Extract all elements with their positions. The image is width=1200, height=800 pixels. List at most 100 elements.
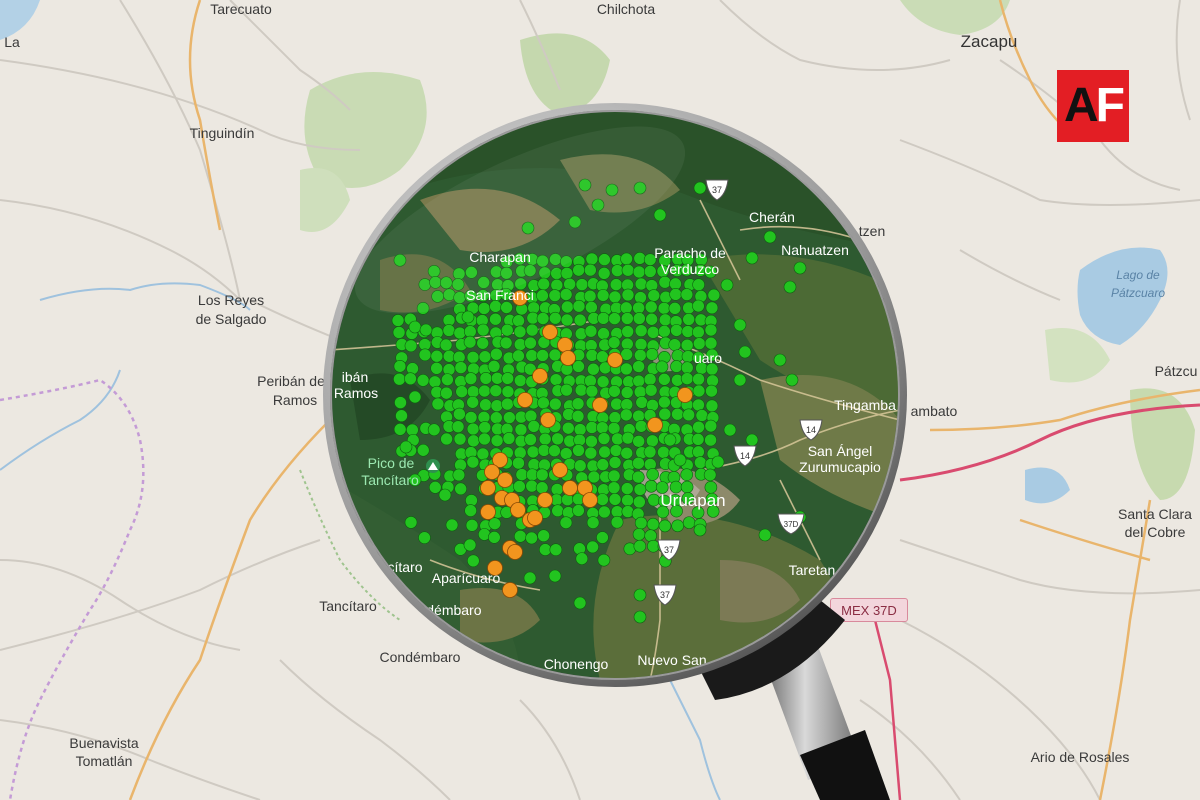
green-marker [598, 253, 611, 266]
green-marker [634, 291, 647, 304]
green-marker [523, 571, 537, 585]
green-marker [596, 421, 609, 434]
green-marker [703, 468, 717, 482]
green-marker [479, 372, 493, 385]
green-marker [658, 313, 672, 327]
green-marker [464, 504, 477, 517]
green-marker [427, 423, 441, 437]
orange-marker [562, 480, 578, 496]
green-marker [632, 528, 646, 541]
green-marker [572, 299, 586, 313]
green-marker [561, 300, 574, 314]
green-marker [461, 310, 475, 324]
green-marker [490, 347, 503, 361]
green-marker [440, 386, 453, 400]
green-marker [670, 360, 683, 373]
green-marker [621, 312, 634, 325]
green-marker [738, 345, 752, 359]
green-marker [463, 538, 477, 552]
green-marker [548, 444, 561, 458]
green-marker [512, 349, 525, 363]
green-marker [503, 411, 516, 424]
green-marker [633, 495, 646, 509]
green-marker [643, 265, 657, 278]
green-marker [560, 383, 573, 397]
green-marker [658, 325, 671, 338]
green-marker [536, 289, 549, 302]
green-marker [501, 397, 514, 411]
green-marker [587, 362, 600, 376]
green-marker [705, 301, 719, 315]
green-marker [693, 181, 707, 195]
green-marker [693, 523, 707, 537]
logo-letter-f: F [1095, 79, 1125, 132]
green-marker [537, 277, 550, 291]
green-marker [463, 335, 477, 349]
green-marker [621, 288, 635, 302]
green-marker [620, 386, 634, 399]
green-marker [632, 456, 645, 470]
green-marker [428, 375, 442, 389]
green-marker [635, 396, 649, 409]
green-marker [655, 360, 669, 374]
green-marker [610, 515, 624, 529]
orange-marker [552, 462, 568, 478]
green-marker [442, 324, 456, 337]
green-marker [419, 323, 433, 337]
green-marker [490, 399, 504, 412]
orange-marker [677, 387, 693, 403]
orange-marker [542, 324, 558, 340]
green-marker [513, 480, 526, 493]
orange-marker [484, 464, 500, 480]
green-marker [632, 374, 646, 388]
green-marker [560, 313, 574, 327]
green-marker [452, 468, 466, 482]
green-marker [575, 278, 589, 291]
green-marker [549, 397, 562, 411]
green-marker [658, 407, 672, 421]
green-marker [711, 455, 725, 469]
green-marker [621, 325, 634, 338]
green-marker [514, 423, 528, 436]
green-marker [478, 384, 491, 398]
green-marker [478, 432, 491, 446]
green-marker [643, 445, 657, 459]
green-marker [585, 252, 599, 266]
svg-text:14: 14 [740, 451, 750, 461]
af-logo: AF [1057, 70, 1129, 142]
orange-marker [592, 397, 608, 413]
green-marker [537, 529, 550, 543]
green-marker [466, 455, 480, 469]
green-marker [745, 433, 759, 447]
green-marker [431, 397, 445, 411]
orange-marker [560, 350, 576, 366]
green-marker [598, 445, 611, 459]
green-marker [512, 456, 525, 470]
green-marker [501, 385, 515, 398]
green-marker [408, 390, 422, 404]
green-marker [644, 383, 658, 397]
orange-marker [517, 392, 533, 408]
green-marker [573, 423, 587, 436]
green-marker [513, 446, 527, 460]
green-marker [692, 372, 705, 386]
green-marker [467, 434, 480, 448]
green-marker [571, 410, 585, 423]
green-marker [571, 397, 585, 410]
green-marker [597, 312, 610, 325]
green-marker [723, 423, 737, 437]
green-marker [692, 420, 705, 434]
green-marker [573, 313, 587, 327]
green-marker [500, 301, 513, 314]
green-marker [707, 288, 721, 302]
green-marker [653, 208, 667, 222]
green-marker [633, 610, 647, 624]
green-marker [502, 432, 516, 445]
town-label: Nuevo San [637, 652, 706, 668]
green-marker [490, 434, 504, 447]
green-marker [704, 419, 718, 433]
green-marker [455, 385, 468, 398]
orange-marker [607, 352, 623, 368]
town-label: Nahuatzen [781, 242, 849, 258]
green-marker [596, 531, 609, 544]
